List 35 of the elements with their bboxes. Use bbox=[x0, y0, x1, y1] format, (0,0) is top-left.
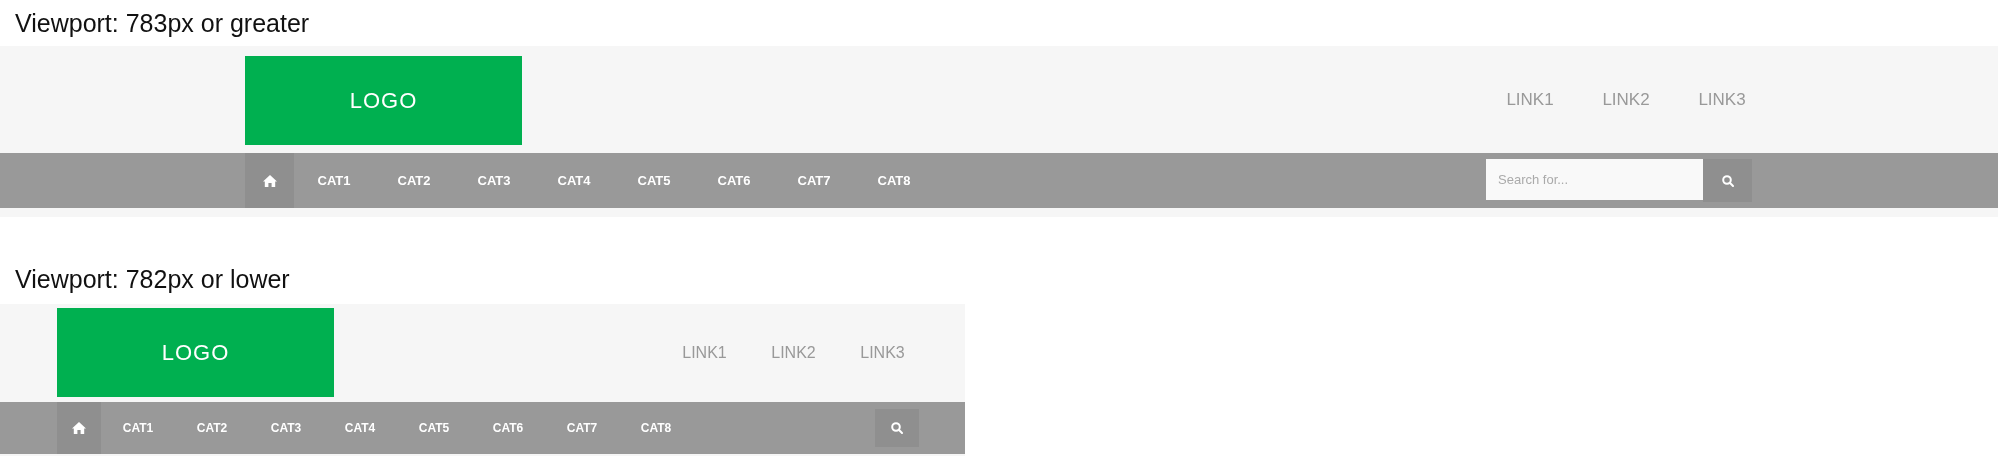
logo[interactable]: LOGO bbox=[245, 56, 522, 145]
category-link[interactable]: CAT7 bbox=[774, 170, 854, 191]
category-link[interactable]: CAT5 bbox=[397, 419, 471, 437]
category-link[interactable]: CAT3 bbox=[454, 170, 534, 191]
category-link[interactable]: CAT8 bbox=[619, 419, 693, 437]
home-icon bbox=[72, 422, 86, 434]
category-link[interactable]: CAT2 bbox=[374, 170, 454, 191]
search-icon bbox=[1721, 174, 1734, 187]
category-link[interactable]: CAT6 bbox=[694, 170, 774, 191]
header-link[interactable]: LINK2 bbox=[1578, 86, 1674, 113]
category-link[interactable]: CAT1 bbox=[101, 419, 175, 437]
logo[interactable]: LOGO bbox=[57, 308, 334, 397]
category-link[interactable]: CAT3 bbox=[249, 419, 323, 437]
home-button[interactable] bbox=[245, 153, 294, 208]
search-button[interactable] bbox=[875, 409, 919, 447]
search-icon bbox=[891, 422, 903, 434]
search-field[interactable]: Search for... bbox=[1486, 159, 1703, 200]
category-link[interactable]: CAT4 bbox=[323, 419, 397, 437]
category-link[interactable]: CAT2 bbox=[175, 419, 249, 437]
home-button[interactable] bbox=[57, 402, 101, 454]
home-icon bbox=[262, 174, 277, 187]
category-link[interactable]: CAT6 bbox=[471, 419, 545, 437]
header-link[interactable]: LINK1 bbox=[660, 341, 749, 365]
search-button[interactable] bbox=[1703, 159, 1752, 202]
header-link[interactable]: LINK3 bbox=[1674, 86, 1770, 113]
viewport-caption: Viewport: 782px or lower bbox=[15, 267, 290, 292]
header-link[interactable]: LINK2 bbox=[749, 341, 838, 365]
header-link[interactable]: LINK3 bbox=[838, 341, 927, 365]
category-link[interactable]: CAT8 bbox=[854, 170, 934, 191]
viewport-caption: Viewport: 783px or greater bbox=[15, 10, 310, 36]
category-link[interactable]: CAT4 bbox=[534, 170, 614, 191]
category-link[interactable]: CAT5 bbox=[614, 170, 694, 191]
header-link[interactable]: LINK1 bbox=[1482, 86, 1578, 113]
category-link[interactable]: CAT1 bbox=[294, 170, 374, 191]
category-link[interactable]: CAT7 bbox=[545, 419, 619, 437]
